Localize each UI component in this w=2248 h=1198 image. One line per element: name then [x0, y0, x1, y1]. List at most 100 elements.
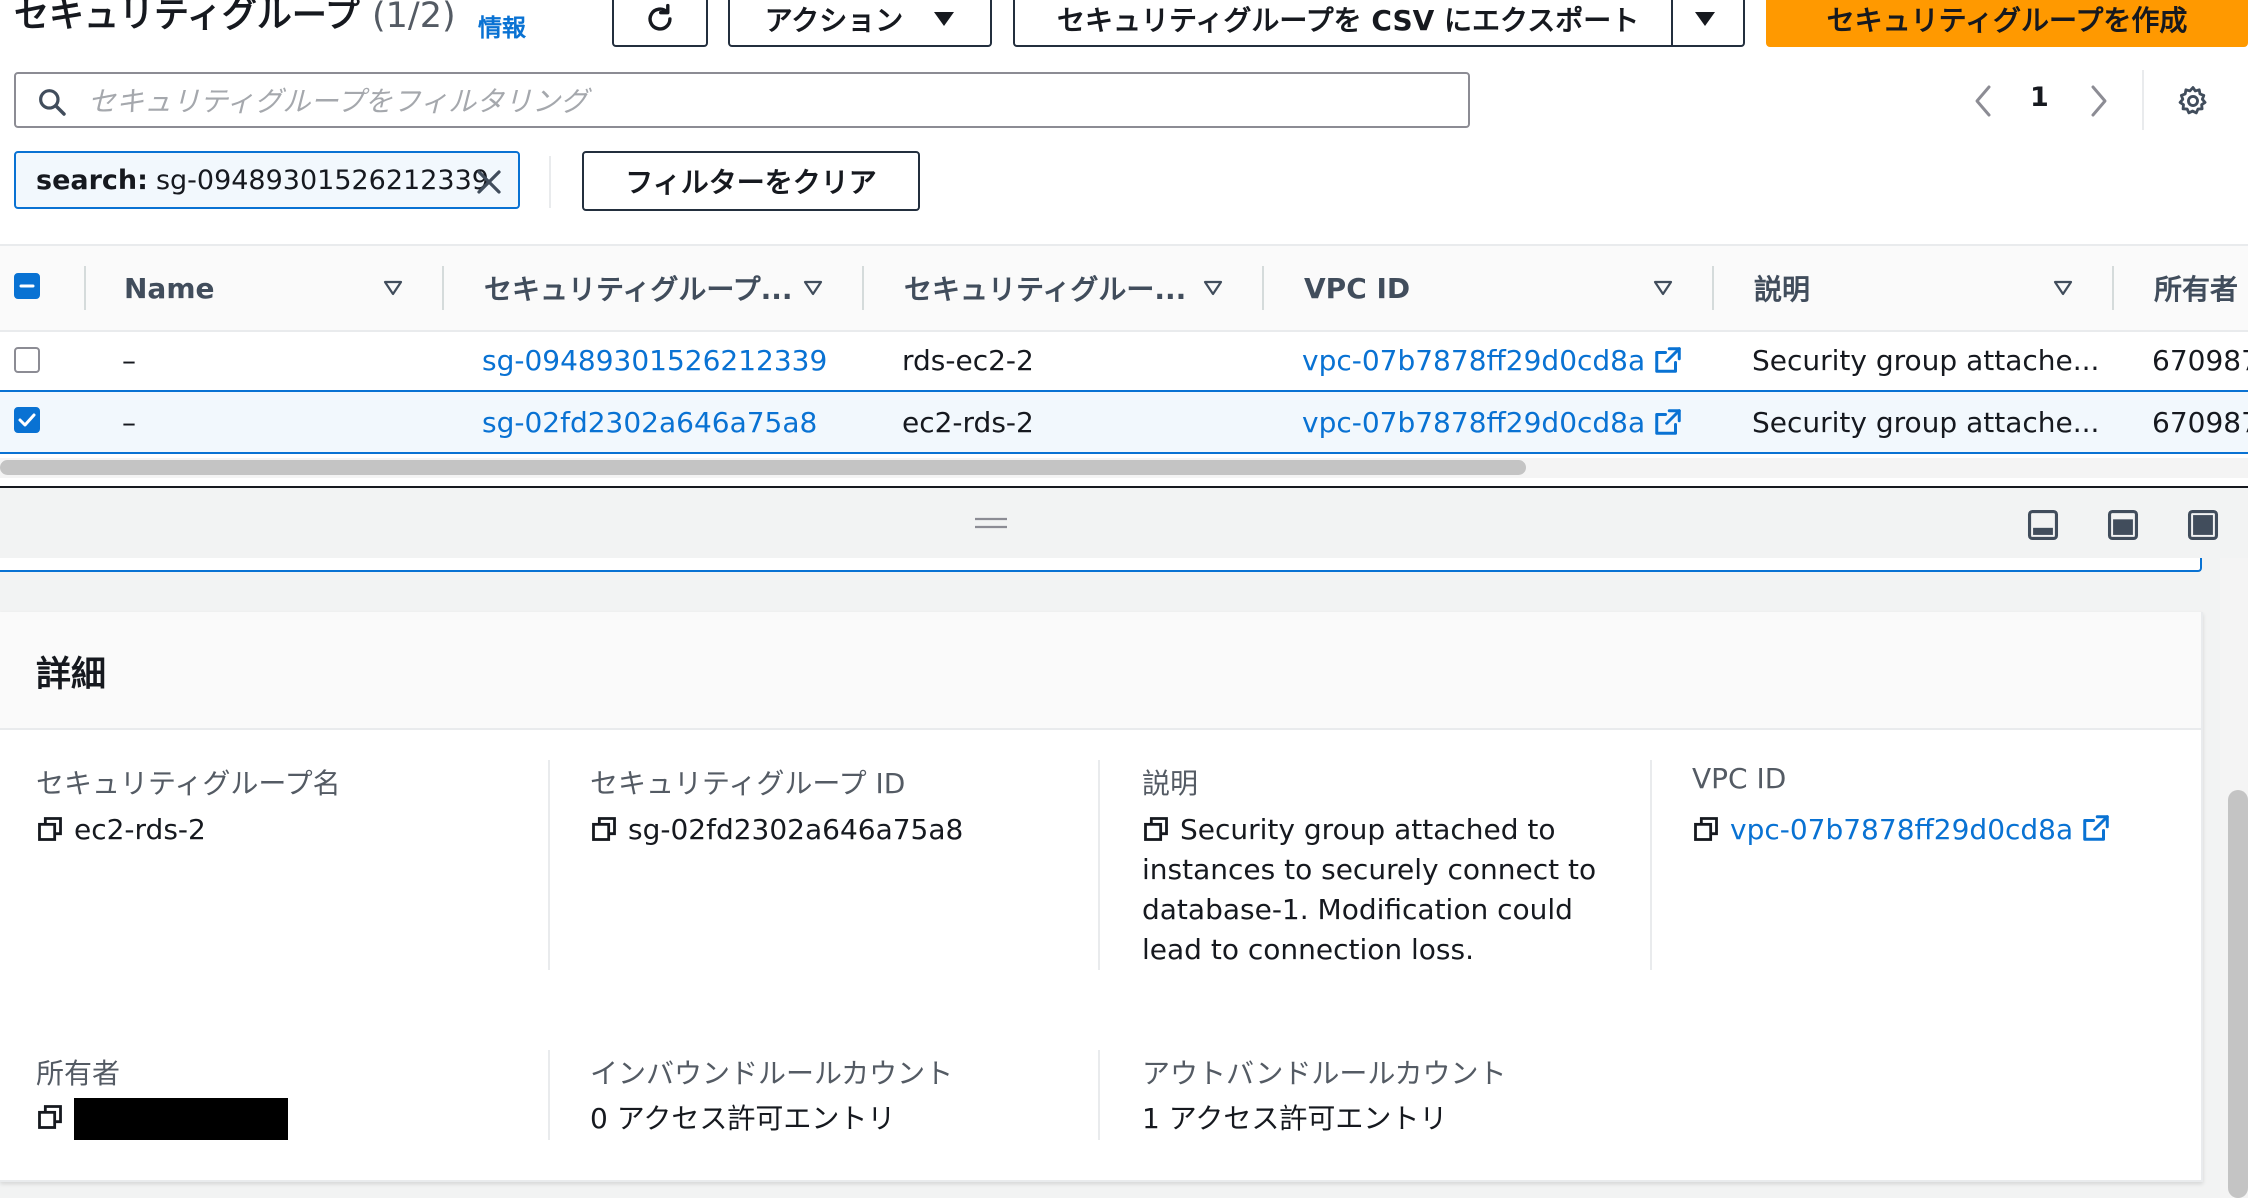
- external-link-icon[interactable]: [2081, 813, 2111, 843]
- owner-value: [36, 1098, 288, 1140]
- export-options-button[interactable]: [1693, 2, 1717, 36]
- drag-handle-icon[interactable]: [974, 516, 1008, 530]
- sg-id-text: sg-02fd2302a646a75a8: [628, 813, 964, 846]
- column-header-sg-id[interactable]: セキュリティグループ...: [484, 246, 793, 330]
- vertical-scrollbar-thumb[interactable]: [2228, 790, 2248, 1198]
- select-all-checkbox[interactable]: [14, 273, 40, 299]
- table-row-selected[interactable]: – sg-02fd2302a646a75a8 ec2-rds-2 vpc-07b…: [0, 390, 2248, 454]
- caret-down-icon: [933, 11, 955, 27]
- owner-label: 所有者: [36, 1057, 121, 1090]
- sg-name-label: セキュリティグループ名: [36, 767, 341, 800]
- column-separator: [442, 266, 444, 310]
- sort-caret-icon[interactable]: [383, 280, 403, 296]
- panel-full-icon: [2186, 508, 2220, 542]
- column-separator: [548, 1050, 550, 1140]
- sg-name-value: ec2-rds-2: [36, 810, 206, 850]
- cell-description: Security group attache...: [1752, 405, 2100, 439]
- panel-side-icon: [2106, 508, 2140, 542]
- sort-caret-icon[interactable]: [2053, 280, 2073, 296]
- row-checkbox[interactable]: [14, 347, 40, 373]
- page-title: セキュリティグループ (1/2): [14, 0, 456, 40]
- cell-owner: 670987: [2152, 405, 2248, 439]
- previous-page-button[interactable]: [1972, 84, 1994, 118]
- sort-caret-icon[interactable]: [1203, 280, 1223, 296]
- description-value: Security group attached to instances to …: [1142, 810, 1618, 970]
- next-page-button[interactable]: [2088, 84, 2110, 118]
- copy-icon[interactable]: [590, 815, 618, 843]
- outbound-count-label: アウトバンドルールカウント: [1142, 1057, 1507, 1090]
- column-separator: [84, 266, 86, 310]
- pager-divider: [2142, 70, 2144, 130]
- column-header-name[interactable]: Name: [124, 246, 215, 330]
- export-label: セキュリティグループを CSV にエクスポート: [1057, 3, 1640, 37]
- create-security-group-button[interactable]: セキュリティグループを作成: [1766, 0, 2248, 47]
- vpc-id-link[interactable]: vpc-07b7878ff29d0cd8a: [1730, 813, 2073, 846]
- copy-icon[interactable]: [1692, 815, 1720, 843]
- filter-token-key: search:: [36, 164, 148, 196]
- refresh-button[interactable]: [612, 0, 708, 47]
- current-page-number[interactable]: 1: [2030, 82, 2049, 113]
- cell-vpc-id-link[interactable]: vpc-07b7878ff29d0cd8a: [1302, 330, 1683, 390]
- panel-side-button[interactable]: [2106, 508, 2140, 542]
- remove-filter-token-button[interactable]: [474, 167, 504, 197]
- vpc-id-label: VPC ID: [1692, 762, 1787, 795]
- column-header-description[interactable]: 説明: [1754, 246, 1810, 330]
- filter-search-input[interactable]: [86, 80, 1450, 122]
- preferences-button[interactable]: [2176, 84, 2210, 118]
- sort-caret-icon[interactable]: [1653, 280, 1673, 296]
- close-icon: [474, 167, 504, 197]
- owner-redacted: [74, 1098, 288, 1140]
- column-header-sg-name[interactable]: セキュリティグルー...: [904, 246, 1186, 330]
- clear-filters-button[interactable]: フィルターをクリア: [582, 151, 920, 211]
- column-header-vpc-id[interactable]: VPC ID: [1304, 246, 1410, 330]
- cell-description: Security group attache...: [1752, 343, 2100, 377]
- cell-sg-id-link[interactable]: sg-02fd2302a646a75a8: [482, 392, 817, 452]
- sort-caret-icon[interactable]: [803, 280, 823, 296]
- details-card-header: [0, 612, 2201, 730]
- inbound-count-label: インバウンドルールカウント: [590, 1057, 954, 1090]
- info-link[interactable]: 情報: [478, 8, 526, 43]
- search-icon: [36, 86, 68, 118]
- cell-sg-name: rds-ec2-2: [902, 343, 1034, 377]
- split-divider: [1671, 0, 1673, 45]
- filter-token-value: sg-09489301526212339: [155, 164, 489, 196]
- column-separator: [1262, 266, 1264, 310]
- external-link-icon: [1653, 345, 1683, 375]
- vpc-id-text: vpc-07b7878ff29d0cd8a: [1302, 405, 1646, 439]
- panel-bottom-button[interactable]: [2026, 508, 2060, 542]
- filter-divider: [549, 156, 551, 208]
- actions-dropdown-button[interactable]: アクション: [728, 0, 992, 47]
- table-header: Name セキュリティグループ... セキュリティグルー... VPC ID 説…: [0, 244, 2248, 332]
- filter-search-field[interactable]: [14, 72, 1470, 128]
- column-separator: [1098, 760, 1100, 970]
- sg-name-text: ec2-rds-2: [74, 813, 206, 846]
- refresh-icon: [643, 2, 677, 36]
- cell-sg-name: ec2-rds-2: [902, 405, 1034, 439]
- panel-full-button[interactable]: [2186, 508, 2220, 542]
- caret-down-icon: [1693, 2, 1717, 36]
- export-csv-button[interactable]: セキュリティグループを CSV にエクスポート: [1013, 0, 1745, 47]
- horizontal-scrollbar-thumb[interactable]: [0, 460, 1526, 475]
- chevron-right-icon: [2088, 84, 2110, 118]
- column-separator: [1098, 1050, 1100, 1140]
- split-panel-header: [0, 488, 2248, 558]
- column-header-owner[interactable]: 所有者: [2154, 246, 2238, 330]
- copy-icon[interactable]: [1142, 815, 1170, 843]
- cell-name: –: [122, 405, 136, 439]
- row-checkbox-checked[interactable]: [14, 407, 40, 433]
- inbound-count-value: 0 アクセス許可エントリ: [590, 1102, 896, 1135]
- column-separator: [862, 266, 864, 310]
- cell-vpc-id-link[interactable]: vpc-07b7878ff29d0cd8a: [1302, 392, 1683, 452]
- page-title-text: セキュリティグループ: [14, 0, 360, 36]
- description-text: Security group attached to instances to …: [1142, 813, 1597, 966]
- table-row[interactable]: – sg-09489301526212339 rds-ec2-2 vpc-07b…: [0, 330, 2248, 392]
- actions-label: アクション: [764, 3, 904, 37]
- cell-sg-id-link[interactable]: sg-09489301526212339: [482, 330, 827, 390]
- description-label: 説明: [1142, 767, 1199, 800]
- copy-icon[interactable]: [36, 1103, 64, 1131]
- cell-owner: 670987: [2152, 343, 2248, 377]
- copy-icon[interactable]: [36, 815, 64, 843]
- tab-content-border: [0, 558, 2202, 572]
- column-separator: [2112, 266, 2114, 310]
- details-title: 詳細: [36, 655, 107, 695]
